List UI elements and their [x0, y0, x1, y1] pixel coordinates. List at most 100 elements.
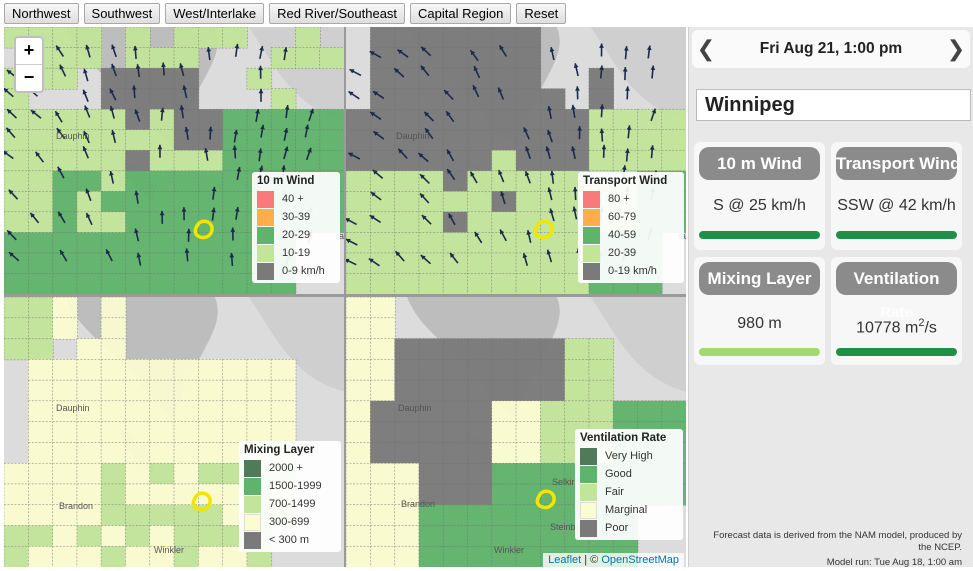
forecast-footnote: Forecast data is derived from the NAM mo… — [689, 530, 962, 554]
legend-label: 80 + — [608, 193, 630, 205]
place-label: Winkler — [494, 545, 524, 555]
transport-wind-card: Transport Wind SSW @ 42 km/h — [831, 142, 962, 250]
legend-item: < 300 m — [244, 531, 336, 549]
legend-label: < 300 m — [269, 534, 310, 546]
legend-swatch — [257, 190, 274, 208]
legend-swatch — [583, 226, 600, 244]
legend-label: Very High — [605, 450, 653, 462]
legend-item: Very High — [580, 447, 678, 465]
card-value: S @ 25 km/h — [713, 197, 806, 214]
zoom-out-button[interactable]: − — [16, 65, 42, 91]
openstreetmap-link[interactable]: OpenStreetMap — [601, 554, 679, 566]
legend-title: 10 m Wind — [257, 175, 315, 187]
legend-item: Good — [580, 465, 678, 483]
legend-item: 20-29 — [257, 226, 335, 244]
status-bar — [699, 348, 820, 356]
legend-item: 30-39 — [257, 208, 335, 226]
legend-swatch — [580, 483, 597, 501]
legend-label: 10-19 — [282, 247, 311, 259]
transport-wind-legend: Transport Wind 80 + 60-79 40-59 20-39 0-… — [578, 172, 684, 283]
legend-swatch — [583, 244, 600, 262]
legend-item: 300-699 — [244, 513, 336, 531]
legend-label: 20-29 — [282, 229, 311, 241]
legend-label: Fair — [605, 486, 624, 498]
legend-swatch — [257, 244, 274, 262]
mixing-layer-legend: Mixing Layer 2000 + 1500-1999 700-1499 3… — [239, 441, 341, 552]
legend-item: Marginal — [580, 501, 678, 519]
legend-swatch — [583, 208, 600, 226]
wind-10m-legend: 10 m Wind 40 + 30-39 20-29 10-19 0-9 km/… — [252, 172, 340, 283]
leaflet-link[interactable]: Leaflet — [548, 554, 581, 566]
card-value: 10778 m2/s — [831, 317, 962, 337]
legend-label: 40-59 — [608, 229, 637, 241]
status-bar — [836, 231, 957, 239]
legend-swatch — [583, 262, 600, 280]
region-button-red-river-southeast[interactable]: Red River/Southeast — [269, 3, 406, 24]
chevron-left-icon[interactable]: ❮ — [692, 36, 720, 62]
region-toolbar: Northwest Southwest West/Interlake Red R… — [4, 3, 567, 25]
chevron-right-icon[interactable]: ❯ — [942, 36, 970, 62]
legend-swatch — [580, 465, 597, 483]
reset-button[interactable]: Reset — [516, 3, 567, 24]
region-button-southwest[interactable]: Southwest — [83, 3, 161, 24]
place-label: Dauphin — [396, 131, 430, 141]
legend-label: 40 + — [282, 193, 304, 205]
legend-swatch — [244, 477, 261, 495]
legend-swatch — [257, 262, 274, 280]
map-area[interactable]: + − Dauphin ra 10 m Wind 40 + 30-39 20-29… — [4, 27, 686, 567]
card-header: Ventilation — [836, 262, 957, 295]
legend-item: Poor — [580, 519, 678, 537]
legend-swatch — [580, 447, 597, 465]
legend-swatch — [244, 531, 261, 549]
legend-label: Marginal — [605, 504, 648, 516]
legend-swatch — [244, 513, 261, 531]
wind-10m-card: 10 m Wind S @ 25 km/h — [694, 142, 825, 250]
map-attribution: Leaflet | © OpenStreetMap — [543, 553, 684, 567]
legend-item: 2000 + — [244, 459, 336, 477]
legend-title: Ventilation Rate — [580, 432, 667, 444]
legend-swatch — [583, 190, 600, 208]
forecast-datetime: Fri Aug 21, 1:00 pm — [759, 40, 903, 57]
legend-label: 300-699 — [269, 516, 310, 528]
location-input[interactable]: Winnipeg — [696, 89, 971, 121]
ventilation-map-panel[interactable]: Dauphin Brandon Winkler Steinbach Selkirk Ve… — [346, 297, 686, 567]
legend-item: 10-19 — [257, 244, 335, 262]
legend-label: Poor — [605, 522, 629, 534]
mixing-layer-card: Mixing Layer 980 m — [694, 257, 825, 365]
legend-item: Fair — [580, 483, 678, 501]
date-navigator: ❮ Fri Aug 21, 1:00 pm ❯ — [692, 30, 970, 68]
footnote-line: the NCEP. — [918, 542, 962, 553]
transport-wind-map-panel[interactable]: Dauphinra Transport Wind 80 + 60-79 40-5… — [346, 27, 686, 294]
legend-label: Good — [605, 468, 632, 480]
region-button-capital-region[interactable]: Capital Region — [410, 3, 512, 24]
card-header: 10 m Wind — [699, 147, 820, 180]
legend-swatch — [244, 459, 261, 477]
place-label: Dauphin — [56, 403, 90, 413]
card-value: SSW @ 42 km/h — [837, 197, 956, 214]
region-button-northwest[interactable]: Northwest — [4, 3, 79, 24]
legend-label: 2000 + — [269, 462, 303, 474]
legend-label: 30-39 — [282, 211, 311, 223]
legend-item: 80 + — [583, 190, 679, 208]
region-button-west-interlake[interactable]: West/Interlake — [165, 3, 265, 24]
place-label: Brandon — [59, 501, 93, 511]
attribution-separator: | © — [581, 554, 602, 566]
legend-swatch — [257, 208, 274, 226]
status-bar — [699, 231, 820, 239]
ventilation-legend: Ventilation Rate Very High Good Fair Mar… — [575, 429, 683, 540]
legend-swatch — [580, 501, 597, 519]
legend-item: 40-59 — [583, 226, 679, 244]
ventilation-unit: /s — [924, 319, 937, 337]
ventilation-value: 10778 m — [856, 319, 919, 337]
legend-swatch — [244, 495, 261, 513]
card-value: 980 m — [737, 315, 782, 332]
mixing-layer-map-panel[interactable]: Dauphin Brandon Winkler Mixing Layer 2000 … — [4, 297, 344, 567]
footnote-line: Forecast data is derived from the NAM mo… — [713, 530, 962, 541]
zoom-in-button[interactable]: + — [16, 38, 42, 65]
legend-item: 0-19 km/h — [583, 262, 679, 280]
wind-10m-map-panel[interactable]: Dauphin ra 10 m Wind 40 + 30-39 20-29 10-… — [4, 27, 344, 294]
legend-swatch — [580, 519, 597, 537]
place-label: Dauphin — [56, 131, 90, 141]
legend-label: 1500-1999 — [269, 480, 322, 492]
model-run: Model run: Tue Aug 18, 1:00 am — [826, 557, 962, 568]
